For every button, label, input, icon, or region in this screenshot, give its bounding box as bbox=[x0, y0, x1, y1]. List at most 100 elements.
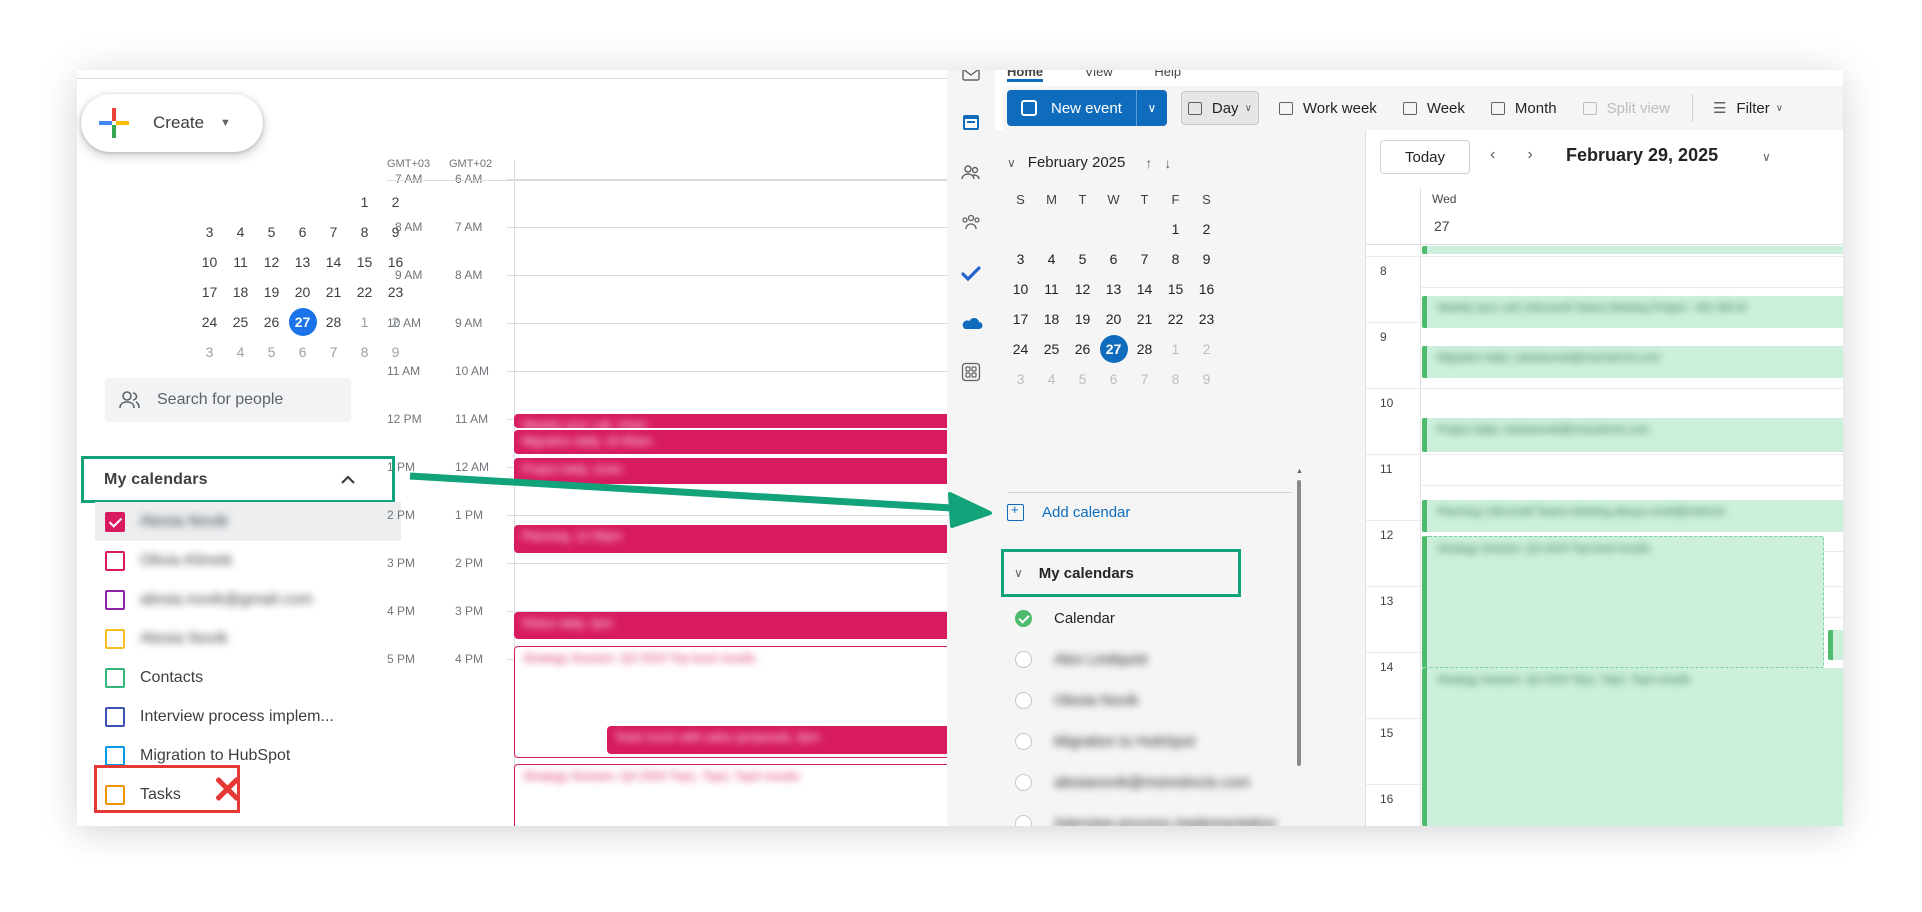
calendar-event[interactable]: Project daily, 11am bbox=[514, 458, 947, 484]
mini-calendar-day[interactable]: 14 bbox=[1129, 281, 1160, 297]
mini-calendar-day[interactable]: 28 bbox=[318, 314, 349, 330]
new-event-main[interactable]: New event bbox=[1007, 90, 1137, 126]
calendar-list-item[interactable]: Interview process implementation bbox=[1015, 803, 1277, 826]
calendar-icon[interactable] bbox=[961, 112, 981, 132]
mini-calendar-day[interactable]: 3 bbox=[194, 344, 225, 360]
view-month-button[interactable]: Month bbox=[1485, 91, 1563, 125]
mini-calendar-day[interactable]: 22 bbox=[1160, 311, 1191, 327]
mini-calendar-day[interactable]: 6 bbox=[287, 224, 318, 240]
tab-home[interactable]: Home bbox=[1007, 70, 1044, 82]
mini-calendar-day[interactable]: 19 bbox=[256, 284, 287, 300]
calendar-toggle[interactable] bbox=[1015, 610, 1032, 627]
mini-calendar-day[interactable]: 11 bbox=[1036, 281, 1067, 297]
calendar-event[interactable]: Migration daily | alesianovik@msinstinct… bbox=[1422, 346, 1843, 378]
calendar-checkbox[interactable] bbox=[105, 589, 125, 610]
mini-calendar-day[interactable]: 4 bbox=[225, 344, 256, 360]
calendar-list-item[interactable]: Interview process implem... bbox=[95, 697, 401, 736]
mini-calendar-day[interactable]: 15 bbox=[1160, 281, 1191, 297]
mini-calendar-today[interactable]: 27 bbox=[287, 308, 318, 336]
mini-calendar-day[interactable]: 13 bbox=[287, 254, 318, 270]
mini-calendar-day[interactable]: 20 bbox=[287, 284, 318, 300]
create-button[interactable]: Create ▼ bbox=[81, 94, 263, 152]
mini-calendar-day[interactable]: 2 bbox=[380, 194, 411, 210]
calendar-event[interactable]: Strategy Session: Q4 2024 Top level resu… bbox=[1422, 536, 1824, 668]
calendar-checkbox[interactable] bbox=[105, 628, 125, 649]
calendar-list-item[interactable]: Calendar bbox=[1015, 598, 1277, 639]
calendar-event[interactable]: Strategy Session: Q4 2024 Top1, Top2, To… bbox=[1422, 668, 1843, 826]
collapse-chevron-icon[interactable]: ∨ bbox=[1007, 156, 1016, 170]
calendar-event[interactable]: Team lunch with sales (proposal), 4pm bbox=[607, 726, 947, 754]
people-icon[interactable] bbox=[961, 162, 981, 182]
mini-calendar-day[interactable]: 3 bbox=[194, 224, 225, 240]
new-event-button[interactable]: New event ∨ bbox=[1007, 90, 1167, 126]
mini-calendar-day[interactable]: 7 bbox=[1129, 251, 1160, 267]
mini-calendar-day[interactable]: 8 bbox=[349, 224, 380, 240]
mini-calendar-day[interactable]: 19 bbox=[1067, 311, 1098, 327]
mail-icon[interactable] bbox=[961, 70, 981, 84]
split-view-button[interactable]: Split view bbox=[1577, 91, 1676, 125]
mini-calendar-day[interactable]: 5 bbox=[256, 224, 287, 240]
my-calendars-header[interactable]: ∨ My calendars bbox=[1001, 549, 1241, 597]
mini-calendar-day[interactable]: 2 bbox=[1191, 341, 1222, 357]
mini-calendar-day[interactable]: 11 bbox=[225, 254, 256, 270]
calendar-event[interactable]: Weekly sync call, 10am bbox=[514, 414, 947, 432]
mini-calendar-day[interactable]: 13 bbox=[1098, 281, 1129, 297]
mini-calendar-day[interactable]: 17 bbox=[1005, 311, 1036, 327]
mini-calendar-day[interactable]: 6 bbox=[287, 344, 318, 360]
mini-calendar-day[interactable]: 8 bbox=[1160, 251, 1191, 267]
mini-calendar-day[interactable]: 9 bbox=[1191, 251, 1222, 267]
mini-calendar-day[interactable]: 5 bbox=[256, 344, 287, 360]
mini-calendar-day[interactable]: 26 bbox=[1067, 341, 1098, 357]
mini-calendar-day[interactable]: 3 bbox=[1005, 371, 1036, 387]
calendar-checkbox[interactable] bbox=[105, 511, 125, 532]
mini-calendar-today[interactable]: 27 bbox=[1098, 335, 1129, 363]
mini-calendar-day[interactable]: 6 bbox=[1098, 251, 1129, 267]
mini-calendar-day[interactable]: 28 bbox=[1129, 341, 1160, 357]
day-title[interactable]: February 29, 2025 bbox=[1566, 145, 1718, 166]
mini-calendar-day[interactable]: 4 bbox=[225, 224, 256, 240]
mini-calendar-day[interactable]: 3 bbox=[1005, 251, 1036, 267]
mini-calendar-day[interactable]: 1 bbox=[1160, 221, 1191, 237]
calendar-list-item[interactable]: Alesia Novik bbox=[95, 502, 401, 541]
chevron-down-icon[interactable]: ∨ bbox=[1762, 150, 1771, 164]
view-day-button[interactable]: Day ∨ bbox=[1180, 91, 1259, 125]
calendar-list-item[interactable]: Contacts bbox=[95, 658, 401, 697]
mini-calendar-day[interactable]: 12 bbox=[1067, 281, 1098, 297]
calendar-checkbox[interactable] bbox=[105, 745, 125, 766]
mini-calendar-day[interactable]: 6 bbox=[1098, 371, 1129, 387]
calendar-list-item[interactable]: Olivia Klimek bbox=[95, 541, 401, 580]
mini-calendar-day[interactable]: 8 bbox=[1160, 371, 1191, 387]
calendar-event[interactable]: Planning | Microsoft Teams Meeting alesy… bbox=[1422, 500, 1843, 532]
filter-button[interactable]: ☰ Filter ∨ bbox=[1707, 91, 1789, 125]
pane-scrollbar[interactable] bbox=[1297, 480, 1301, 766]
view-week-button[interactable]: Week bbox=[1397, 91, 1471, 125]
calendar-list-item[interactable]: alesianovik@msinstincts.com bbox=[1015, 762, 1277, 803]
calendar-checkbox[interactable] bbox=[105, 667, 125, 688]
mini-calendar-day[interactable]: 25 bbox=[225, 314, 256, 330]
mini-calendar-day[interactable]: 2 bbox=[1191, 221, 1222, 237]
calendar-list-item[interactable]: Alesia Novik bbox=[95, 619, 401, 658]
add-calendar-link[interactable]: Add calendar bbox=[1007, 502, 1130, 521]
tab-view[interactable]: View bbox=[1085, 70, 1113, 79]
calendar-event[interactable]: Migration daily, 10:45am bbox=[514, 430, 947, 454]
calendar-toggle[interactable] bbox=[1015, 692, 1032, 709]
mini-calendar-day[interactable]: 17 bbox=[194, 284, 225, 300]
calendar-event[interactable]: Status daily, 2pm bbox=[514, 612, 947, 639]
calendar-list-item[interactable]: Alex Lindquist bbox=[1015, 639, 1277, 680]
mini-calendar-day[interactable]: 10 bbox=[1005, 281, 1036, 297]
mini-calendar-day[interactable]: 1 bbox=[1160, 341, 1191, 357]
mini-calendar-day[interactable]: 18 bbox=[225, 284, 256, 300]
mini-calendar-day[interactable]: 1 bbox=[349, 314, 380, 330]
mini-calendar-day[interactable]: 7 bbox=[318, 224, 349, 240]
new-event-dropdown-icon[interactable]: ∨ bbox=[1137, 101, 1167, 115]
mini-calendar-day[interactable]: 21 bbox=[1129, 311, 1160, 327]
mini-calendar-day[interactable]: 5 bbox=[1067, 251, 1098, 267]
today-button[interactable]: Today bbox=[1380, 140, 1470, 174]
mini-calendar-day[interactable]: 9 bbox=[1191, 371, 1222, 387]
mini-calendar-day[interactable]: 10 bbox=[194, 254, 225, 270]
calendar-list-item[interactable]: alesia.novik@gmail.com bbox=[95, 580, 401, 619]
calendar-checkbox[interactable] bbox=[105, 550, 125, 571]
my-calendars-header[interactable]: My calendars bbox=[81, 456, 395, 503]
calendar-toggle[interactable] bbox=[1015, 774, 1032, 791]
prev-next-arrows-icon[interactable]: ‹› bbox=[1490, 146, 1565, 164]
